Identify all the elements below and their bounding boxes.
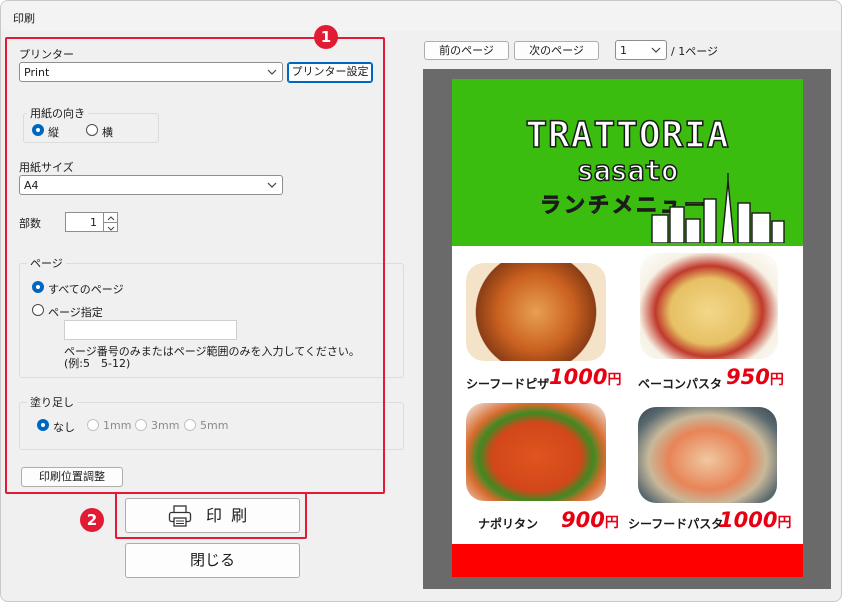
prev-page-button[interactable]: 前のページ bbox=[424, 41, 509, 60]
printer-icon bbox=[168, 505, 192, 527]
print-dialog: 印刷 プリンター Print プリンター設定 用紙の向き 縦 横 用紙サイズ A… bbox=[0, 0, 842, 602]
window-title: 印刷 bbox=[13, 12, 35, 25]
preview-page: TRATTORIA sasato ランチメニュー シーフードピザ 1000円 ベ… bbox=[452, 79, 803, 577]
annotation-badge-1: 1 bbox=[314, 25, 338, 49]
page-select-value: 1 bbox=[620, 44, 627, 57]
flyer-header: TRATTORIA sasato ランチメニュー bbox=[452, 79, 803, 246]
annotation-badge-2: 2 bbox=[80, 508, 104, 532]
menu-item-name: ベーコンパスタ bbox=[638, 377, 723, 391]
next-page-button[interactable]: 次のページ bbox=[514, 41, 599, 60]
city-skyline-icon bbox=[651, 173, 785, 243]
menu-item-name: シーフードパスタ bbox=[628, 517, 724, 531]
menu-item-name: ナポリタン bbox=[478, 517, 539, 531]
menu-item-name: シーフードピザ bbox=[466, 377, 550, 391]
print-button[interactable]: 印 刷 bbox=[125, 498, 300, 533]
bacon-pasta-photo bbox=[640, 253, 778, 359]
menu-item-price: 900円 bbox=[561, 508, 619, 532]
annotation-box-settings bbox=[5, 37, 385, 494]
close-button[interactable]: 閉じる bbox=[125, 543, 300, 578]
menu-item-price: 950円 bbox=[726, 365, 784, 389]
menu-item-price: 1000円 bbox=[719, 508, 792, 532]
seafood-pizza-photo bbox=[466, 263, 606, 361]
napolitan-photo bbox=[466, 403, 606, 501]
page-select[interactable]: 1 bbox=[615, 40, 667, 60]
flyer-footer-bar bbox=[452, 544, 803, 577]
flyer-name-line1: TRATTORIA bbox=[525, 114, 730, 157]
title-bar: 印刷 bbox=[1, 1, 841, 31]
print-button-label: 印 刷 bbox=[206, 506, 250, 525]
chevron-down-icon bbox=[651, 47, 661, 53]
page-total: / 1ページ bbox=[671, 45, 718, 58]
seafood-pasta-photo bbox=[638, 407, 777, 503]
menu-item-price: 1000円 bbox=[549, 365, 622, 389]
